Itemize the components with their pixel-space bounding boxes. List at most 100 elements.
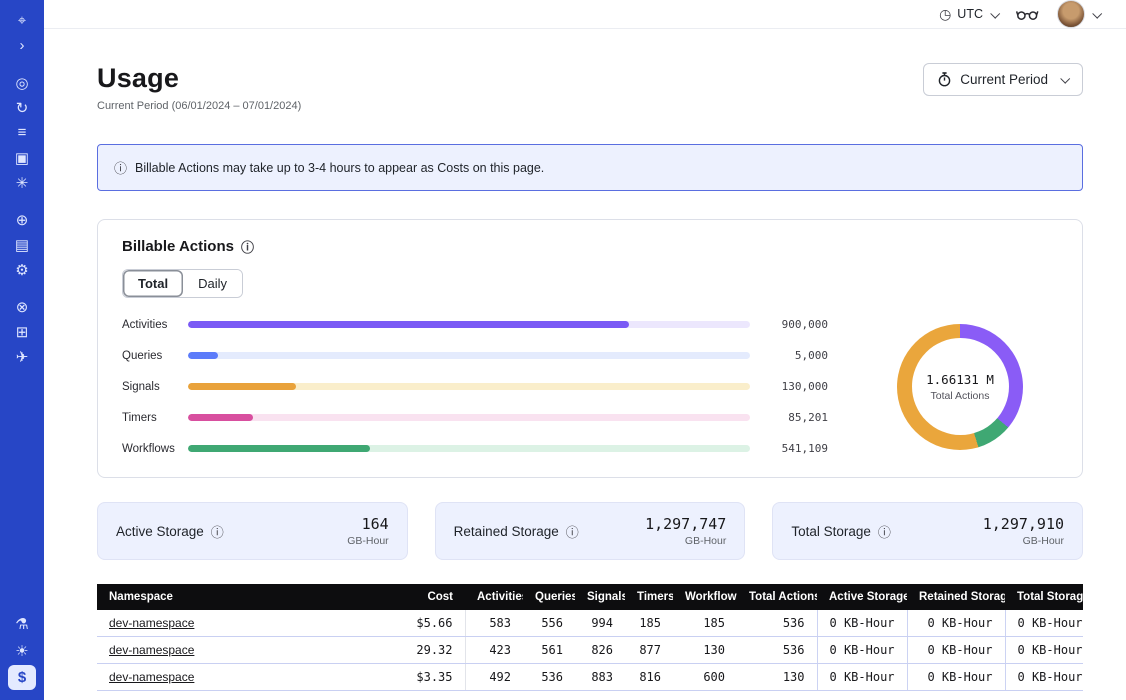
table-cell: 0 KB-Hour [817, 637, 907, 664]
storage-cards-row: Active Storage ⓘ 164 GB-Hour Retained St… [97, 502, 1083, 560]
user-menu[interactable] [1057, 0, 1100, 28]
table-header-row: NamespaceCostActivitiesQueriesSignalsTim… [97, 584, 1083, 610]
power-clock-icon[interactable]: ↻ [8, 95, 36, 120]
timezone-selector[interactable]: ◷ UTC [939, 6, 998, 23]
bar-fill [188, 383, 296, 390]
namespace-link[interactable]: dev-namespace [109, 643, 194, 657]
billable-actions-chart: Activities900,000Queries5,000Signals130,… [122, 318, 1058, 455]
column-header-namespace: Namespace [97, 584, 397, 610]
table-cell: 0 KB-Hour [1005, 637, 1083, 664]
info-icon[interactable]: ⓘ [878, 522, 891, 541]
table-cell: 185 [625, 610, 673, 637]
active-storage-card: Active Storage ⓘ 164 GB-Hour [97, 502, 408, 560]
page-title: Usage [97, 63, 301, 94]
layers-icon[interactable]: ≡ [8, 120, 36, 145]
table-cell: 0 KB-Hour [907, 637, 1005, 664]
tab-daily[interactable]: Daily [183, 270, 242, 297]
dollar-circle-icon[interactable]: $ [8, 665, 36, 690]
bar-label: Timers [122, 412, 188, 424]
globe-icon[interactable]: ⊕ [8, 207, 36, 232]
stopwatch-icon [938, 72, 951, 87]
bar-track [188, 352, 750, 359]
column-header-total-storage: Total Storage [1005, 584, 1083, 610]
table-cell: 130 [673, 637, 737, 664]
asterisk-icon[interactable]: ✳ [8, 170, 36, 195]
billable-actions-card: Billable Actions ⓘ TotalDaily Activities… [97, 219, 1083, 478]
table-cell: 600 [673, 664, 737, 691]
chevron-down-icon [1092, 8, 1102, 18]
bar-track [188, 321, 750, 328]
current-period-label: Current Period [960, 72, 1048, 87]
bar-fill [188, 352, 218, 359]
chevron-down-icon [1060, 74, 1070, 84]
topbar: ◷ UTC [44, 0, 1126, 29]
table-cell: 0 KB-Hour [907, 664, 1005, 691]
column-header-workflows: Workflows [673, 584, 737, 610]
table-cell: 994 [575, 610, 625, 637]
active-storage-unit: GB-Hour [347, 535, 388, 547]
usage-page-content: Usage Current Period (06/01/2024 – 07/01… [44, 29, 1126, 700]
app-root: ⌖› ◎↻≡▣✳ ⊕▤⚙ ⊗⊞✈ ⚗☀$ ◷ UTC [0, 0, 1126, 700]
book-icon[interactable]: ⊞ [8, 319, 36, 344]
support-glasses-button[interactable] [1016, 8, 1039, 21]
info-icon[interactable]: ⓘ [211, 522, 224, 541]
circle-x-icon[interactable]: ⊗ [8, 294, 36, 319]
sidebar: ⌖› ◎↻≡▣✳ ⊕▤⚙ ⊗⊞✈ ⚗☀$ [0, 0, 44, 700]
donut-wrap: 1.66131 M Total Actions [862, 324, 1058, 450]
bar-row-timers: Timers 85,201 [122, 411, 828, 424]
current-period-dropdown[interactable]: Current Period [923, 63, 1083, 96]
table-cell: 536 [737, 637, 817, 664]
table-cell: 536 [523, 664, 575, 691]
column-header-total-actions: Total Actions [737, 584, 817, 610]
bar-track [188, 414, 750, 421]
bar-label: Activities [122, 319, 188, 331]
bar-row-queries: Queries5,000 [122, 349, 828, 362]
retained-storage-unit: GB-Hour [645, 535, 726, 547]
bar-value: 130,000 [762, 380, 828, 393]
table-cell: 0 KB-Hour [1005, 664, 1083, 691]
bar-track [188, 383, 750, 390]
retained-storage-label: Retained Storage [454, 524, 559, 539]
main-area: ◷ UTC Usage Cur [44, 0, 1126, 700]
title-row: Usage Current Period (06/01/2024 – 07/01… [97, 63, 1083, 112]
sun-icon[interactable]: ☀ [8, 638, 36, 663]
bar-chart: Activities900,000Queries5,000Signals130,… [122, 318, 828, 455]
rocket-icon[interactable]: ✈ [8, 344, 36, 369]
table-cell: 826 [575, 637, 625, 664]
donut-center: 1.66131 M Total Actions [912, 338, 1009, 435]
flask-icon[interactable]: ⚗ [8, 611, 36, 636]
spiral-icon[interactable]: ◎ [8, 70, 36, 95]
retained-storage-card: Retained Storage ⓘ 1,297,747 GB-Hour [435, 502, 746, 560]
glasses-icon [1016, 8, 1039, 21]
sidebar-icon-groups: ⌖› ◎↻≡▣✳ ⊕▤⚙ ⊗⊞✈ [8, 8, 36, 381]
namespace-link[interactable]: dev-namespace [109, 616, 194, 630]
cube-icon[interactable]: ▣ [8, 145, 36, 170]
bar-label: Workflows [122, 443, 188, 455]
card-icon[interactable]: ▤ [8, 232, 36, 257]
namespace-link[interactable]: dev-namespace [109, 670, 194, 684]
bar-value: 85,201 [762, 411, 828, 424]
donut-total-value: 1.66131 M [926, 372, 994, 387]
user-avatar [1057, 0, 1085, 28]
table-cell: $3.35 [397, 664, 465, 691]
bar-label: Signals [122, 381, 188, 393]
table-cell: 29.32 [397, 637, 465, 664]
tab-total[interactable]: Total [123, 270, 183, 297]
collapse-sidebar-icon[interactable]: › [8, 33, 36, 58]
sidebar-group: ⊗⊞✈ [8, 294, 36, 369]
table-row: dev-namespace$3.354925368838166001300 KB… [97, 664, 1083, 691]
sidebar-bottom-icons: ⚗☀$ [8, 611, 36, 690]
info-icon[interactable]: ⓘ [566, 522, 579, 541]
active-storage-label: Active Storage [116, 524, 204, 539]
table-row: dev-namespace$5.665835569941851855360 KB… [97, 610, 1083, 637]
bar-row-signals: Signals 130,000 [122, 380, 828, 393]
temporal-logo-icon[interactable]: ⌖ [8, 8, 36, 33]
namespace-cell: dev-namespace [97, 610, 397, 637]
column-header-retained-storage: Retained Storage [907, 584, 1005, 610]
donut-total-label: Total Actions [931, 390, 990, 402]
timezone-label: UTC [957, 7, 983, 21]
table-cell: 0 KB-Hour [907, 610, 1005, 637]
info-icon[interactable]: ⓘ [241, 237, 254, 256]
gear-icon[interactable]: ⚙ [8, 257, 36, 282]
bar-label: Queries [122, 350, 188, 362]
